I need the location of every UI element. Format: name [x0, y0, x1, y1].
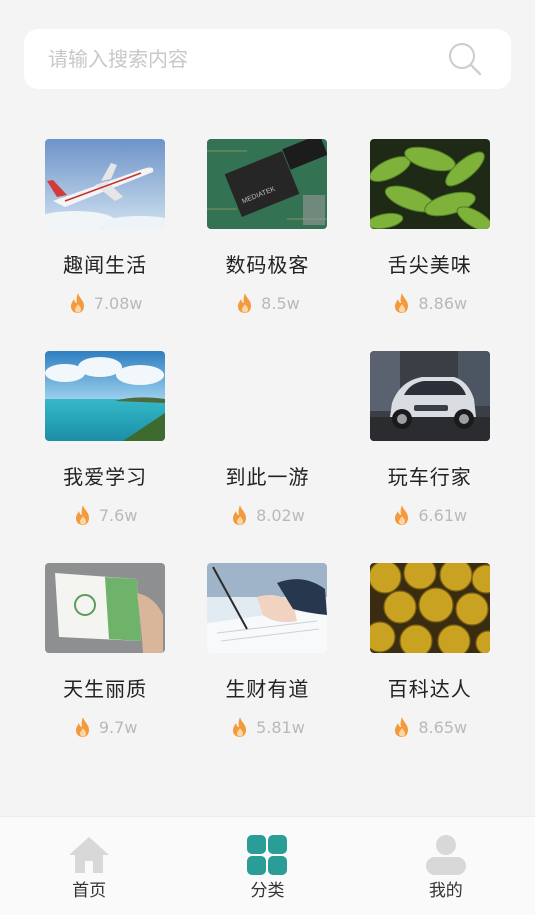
tab-profile[interactable]: 我的 [357, 817, 535, 915]
category-title: 生财有道 [225, 677, 310, 701]
category-stat: 7.08w [68, 291, 143, 315]
category-card[interactable]: MEDIATEK 数码极客 8.5w [186, 139, 348, 351]
view-count: 7.08w [93, 293, 143, 313]
tab-category[interactable]: 分类 [178, 817, 356, 915]
search-input[interactable] [48, 47, 447, 71]
category-title: 天生丽质 [63, 677, 148, 701]
category-image-signing-document [207, 563, 328, 653]
category-stat: 6.61w [392, 503, 467, 527]
category-card[interactable]: 到此一游 8.02w [186, 351, 348, 563]
category-stat: 8.02w [230, 503, 305, 527]
bottom-tab-bar: 首页 分类 我的 [0, 816, 535, 915]
fire-icon [233, 505, 247, 525]
category-card[interactable]: 我爱学习 7.6w [24, 351, 186, 563]
fire-icon [75, 505, 89, 525]
fire-icon [395, 505, 409, 525]
category-title: 趣闻生活 [63, 253, 148, 277]
view-count: 8.65w [418, 717, 468, 737]
view-count: 5.81w [256, 717, 305, 737]
category-stat: 5.81w [230, 715, 305, 739]
category-image-placeholder [207, 351, 327, 441]
view-count: 8.5w [261, 293, 300, 313]
tab-label-home: 首页 [72, 881, 107, 901]
category-image-chip: MEDIATEK [207, 139, 328, 229]
tab-label-profile: 我的 [428, 881, 463, 901]
category-stat: 7.6w [73, 503, 138, 527]
category-card[interactable]: 玩车行家 6.61w [349, 351, 511, 563]
fire-icon [395, 293, 409, 313]
category-page: 趣闻生活 7.08w MEDIATEK 数码极客 [0, 0, 535, 915]
category-card[interactable]: 百科达人 8.65w [349, 563, 511, 775]
category-card[interactable]: 天生丽质 9.7w [24, 563, 186, 775]
category-title: 舌尖美味 [387, 253, 472, 277]
category-card[interactable]: 趣闻生活 7.08w [24, 139, 186, 351]
fire-icon [238, 293, 252, 313]
category-stat: 8.5w [235, 291, 300, 315]
category-image-edamame [369, 139, 490, 229]
category-title: 玩车行家 [387, 465, 472, 489]
category-card[interactable]: 生财有道 5.81w [186, 563, 348, 775]
category-stat: 9.7w [73, 715, 138, 739]
view-count: 6.61w [418, 505, 468, 525]
category-icon [247, 835, 288, 875]
view-count: 8.86w [418, 293, 468, 313]
fire-icon [233, 717, 247, 737]
category-image-airplane [45, 139, 166, 229]
category-stat: 8.86w [392, 291, 467, 315]
view-count: 9.7w [98, 717, 138, 737]
fire-icon [70, 293, 84, 313]
category-stat: 8.65w [392, 715, 467, 739]
search-bar[interactable] [24, 29, 511, 89]
category-grid: 趣闻生活 7.08w MEDIATEK 数码极客 8.5w 舌尖美味 8.86w… [24, 139, 511, 775]
fire-icon [75, 717, 89, 737]
category-title: 数码极客 [225, 253, 310, 277]
category-card[interactable]: 舌尖美味 8.86w [349, 139, 511, 351]
category-title: 百科达人 [387, 677, 472, 701]
category-title: 我爱学习 [63, 465, 148, 489]
home-icon [69, 837, 110, 873]
view-count: 8.02w [256, 505, 305, 525]
category-image-durian [369, 563, 490, 653]
category-image-cosmetic-tube [45, 563, 166, 653]
tab-label-category: 分类 [250, 881, 285, 901]
view-count: 7.6w [98, 505, 138, 525]
category-image-car [369, 351, 490, 441]
fire-icon [395, 717, 409, 737]
category-title: 到此一游 [225, 465, 310, 489]
tab-home[interactable]: 首页 [0, 817, 178, 915]
search-icon[interactable] [447, 41, 483, 77]
user-icon [425, 835, 466, 875]
category-image-seascape [45, 351, 166, 441]
